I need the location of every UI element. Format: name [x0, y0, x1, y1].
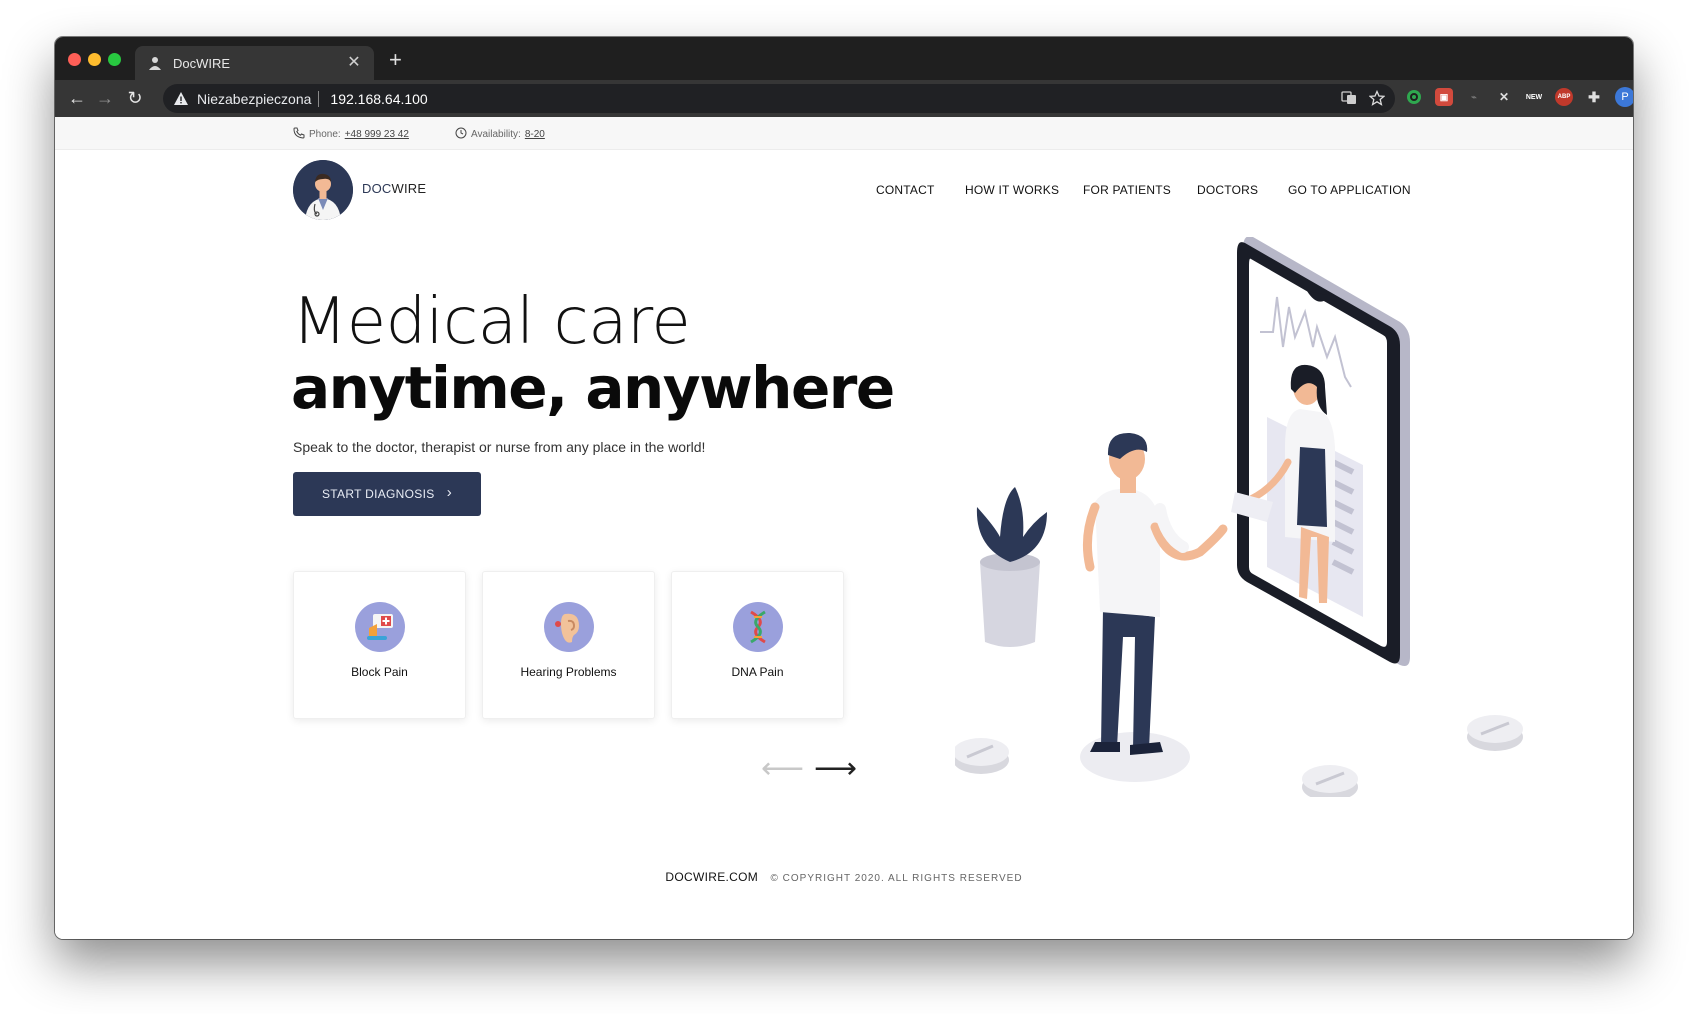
card-label: Block Pain — [351, 665, 408, 679]
extension-x-icon[interactable]: ✕ — [1495, 88, 1513, 106]
footer-copyright: © COPYRIGHT 2020. ALL RIGHTS RESERVED — [770, 873, 1023, 884]
brand-name-part1: DOC — [362, 181, 392, 196]
new-tab-icon[interactable]: + — [389, 49, 402, 71]
ear-icon — [544, 602, 594, 652]
nav-go-to-application[interactable]: GO TO APPLICATION — [1288, 183, 1411, 197]
doctor-favicon-icon — [147, 55, 163, 71]
browser-toolbar: ← → ↻ Niezabezpieczona 192.168.64.100 ▣ … — [55, 80, 1633, 117]
warning-icon[interactable] — [173, 91, 189, 107]
browser-tab[interactable]: DocWIRE ✕ — [135, 46, 374, 80]
extension-image-icon[interactable]: ▣ — [1435, 88, 1453, 106]
close-window-button[interactable] — [68, 53, 81, 66]
nav-doctors[interactable]: DOCTORS — [1197, 183, 1258, 197]
phone-icon — [293, 127, 305, 142]
nav-contact[interactable]: CONTACT — [876, 183, 935, 197]
web-page: Phone: +48 999 23 42 Availability: 8-20 — [55, 117, 1633, 939]
card-label: DNA Pain — [731, 665, 784, 679]
forward-arrow-icon[interactable]: → — [95, 88, 115, 108]
clock-icon — [455, 127, 467, 142]
hero-heading-line1: Medical care — [292, 285, 691, 359]
extension-target-icon[interactable] — [1405, 88, 1423, 106]
availability-hours-link[interactable]: 8-20 — [525, 129, 545, 140]
brand-name-part2: WIRE — [391, 181, 427, 196]
nav-for-patients[interactable]: FOR PATIENTS — [1083, 183, 1171, 197]
adblock-icon[interactable]: ABP — [1555, 88, 1573, 106]
pill-right — [1467, 715, 1523, 751]
pill-left — [955, 738, 1009, 774]
brand-name[interactable]: DOCWIRE — [362, 181, 426, 196]
address-separator — [318, 90, 320, 107]
potted-plant — [976, 487, 1047, 647]
availability-label: Availability: — [471, 129, 521, 140]
hero-heading-line2: anytime, anywhere — [291, 354, 895, 422]
back-arrow-icon[interactable]: ← — [67, 88, 87, 108]
maximize-window-button[interactable] — [108, 53, 121, 66]
extension-cast-icon[interactable]: ⌁ — [1465, 88, 1483, 106]
page-footer: DOCWIRE.COM © COPYRIGHT 2020. ALL RIGHTS… — [55, 868, 1633, 886]
browser-window: DocWIRE ✕ + ← → ↻ Niezabezpieczona 192.1… — [55, 37, 1633, 939]
phone-label: Phone: — [309, 129, 341, 140]
service-card-dna-pain[interactable]: DNA Pain — [671, 571, 844, 719]
translate-icon[interactable] — [1341, 90, 1357, 111]
tab-close-icon[interactable]: ✕ — [346, 55, 362, 71]
carousel-prev-arrow-icon[interactable]: ⟵ — [761, 754, 804, 784]
security-status-label: Niezabezpieczona — [197, 90, 312, 107]
dna-icon — [733, 602, 783, 652]
minimize-window-button[interactable] — [88, 53, 101, 66]
nav-how-it-works[interactable]: HOW IT WORKS — [965, 183, 1059, 197]
bookmark-star-icon[interactable] — [1368, 89, 1386, 111]
contact-top-bar: Phone: +48 999 23 42 Availability: 8-20 — [55, 117, 1633, 150]
card-label: Hearing Problems — [520, 665, 617, 679]
start-diagnosis-label: START DIAGNOSIS — [322, 487, 435, 501]
profile-avatar[interactable]: P — [1615, 87, 1633, 107]
reload-icon[interactable]: ↻ — [125, 88, 145, 108]
patient-figure — [1082, 432, 1228, 755]
tab-title: DocWIRE — [173, 55, 231, 71]
availability-info: Availability: 8-20 — [455, 127, 545, 142]
telemedicine-illustration — [955, 237, 1523, 797]
start-diagnosis-button[interactable]: START DIAGNOSIS › — [293, 472, 481, 516]
url-text: 192.168.64.100 — [330, 90, 428, 107]
address-bar[interactable]: Niezabezpieczona 192.168.64.100 — [163, 84, 1395, 113]
pill-middle — [1302, 765, 1358, 797]
phone-info: Phone: +48 999 23 42 — [293, 127, 409, 142]
carousel-next-arrow-icon[interactable]: ⟶ — [814, 754, 857, 784]
phone-number-link[interactable]: +48 999 23 42 — [345, 129, 409, 140]
service-card-hearing-problems[interactable]: Hearing Problems — [482, 571, 655, 719]
service-card-block-pain[interactable]: Block Pain — [293, 571, 466, 719]
puzzle-extensions-icon[interactable]: ✚ — [1585, 88, 1603, 106]
footer-site-link[interactable]: DOCWIRE.COM — [665, 870, 758, 884]
first-aid-icon — [355, 602, 405, 652]
chevron-right-icon: › — [446, 484, 452, 501]
tab-strip: DocWIRE ✕ + — [55, 37, 1633, 80]
extension-new-icon[interactable]: NEW — [1525, 88, 1543, 106]
smartphone-frame — [1231, 237, 1410, 666]
doctor-logo-icon[interactable] — [293, 160, 353, 220]
hero-subtitle: Speak to the doctor, therapist or nurse … — [293, 439, 706, 455]
